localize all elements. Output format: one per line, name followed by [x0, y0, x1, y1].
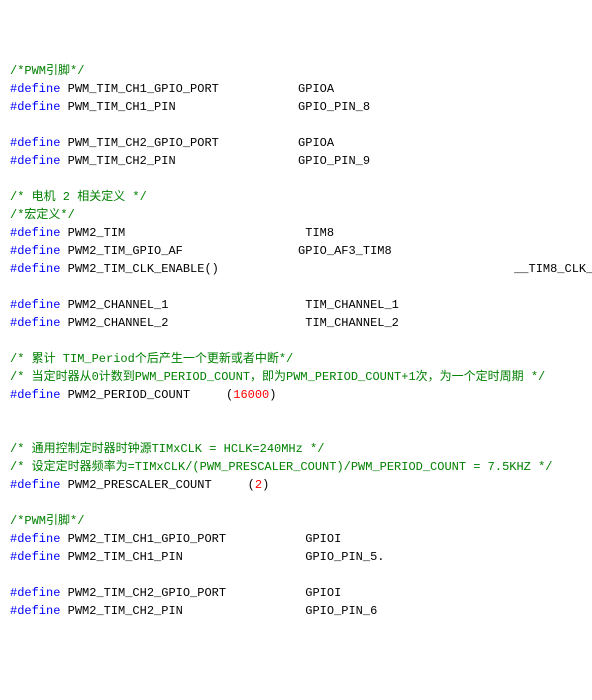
- code-line: #define PWM2_PRESCALER_COUNT (2): [10, 476, 582, 494]
- token-comment: /* 当定时器从0计数到PWM_PERIOD_COUNT，即为PWM_PERIO…: [10, 370, 545, 384]
- code-line: #define PWM2_TIM TIM8: [10, 224, 582, 242]
- code-line: /* 通用控制定时器时钟源TIMxCLK = HCLK=240MHz */: [10, 440, 582, 458]
- token-identifier: PWM_TIM_CH2_PIN GPIO_PIN_9: [60, 154, 370, 168]
- token-number: 2: [255, 478, 262, 492]
- token-keyword: #define: [10, 244, 60, 258]
- token-identifier: [10, 496, 17, 510]
- token-identifier: PWM2_TIM_CH2_GPIO_PORT GPIOI: [60, 586, 341, 600]
- code-line: [10, 566, 582, 584]
- code-line: /*PWM引脚*/: [10, 512, 582, 530]
- code-line: #define PWM2_TIM_CLK_ENABLE() __TIM8_CLK…: [10, 260, 582, 278]
- token-identifier: PWM_TIM_CH2_GPIO_PORT GPIOA: [60, 136, 334, 150]
- token-identifier: ): [269, 388, 276, 402]
- token-keyword: #define: [10, 316, 60, 330]
- code-line: #define PWM2_TIM_CH2_GPIO_PORT GPIOI: [10, 584, 582, 602]
- token-identifier: PWM2_TIM_CH1_GPIO_PORT GPIOI: [60, 532, 341, 546]
- token-number: 16000: [233, 388, 269, 402]
- code-line: [10, 494, 582, 512]
- code-line: [10, 170, 582, 188]
- token-identifier: [10, 280, 17, 294]
- token-identifier: PWM2_CHANNEL_1 TIM_CHANNEL_1: [60, 298, 398, 312]
- code-block: /*PWM引脚*/ #define PWM_TIM_CH1_GPIO_PORT G…: [10, 62, 582, 620]
- code-line: #define PWM2_TIM_CH1_GPIO_PORT GPIOI: [10, 530, 582, 548]
- token-keyword: #define: [10, 82, 60, 96]
- token-identifier: ): [262, 478, 269, 492]
- code-line: [10, 116, 582, 134]
- token-keyword: #define: [10, 226, 60, 240]
- code-line: [10, 422, 582, 440]
- token-keyword: #define: [10, 550, 60, 564]
- token-identifier: PWM_TIM_CH1_PIN GPIO_PIN_8: [60, 100, 370, 114]
- token-identifier: [10, 334, 17, 348]
- code-line: /*宏定义*/: [10, 206, 582, 224]
- token-keyword: #define: [10, 154, 60, 168]
- code-line: [10, 332, 582, 350]
- token-identifier: PWM2_TIM_CLK_ENABLE() __TIM8_CLK_ENABLE(…: [60, 262, 592, 276]
- token-identifier: [10, 406, 17, 420]
- token-keyword: #define: [10, 388, 60, 402]
- token-identifier: PWM2_TIM_CH2_PIN GPIO_PIN_6: [60, 604, 377, 618]
- code-line: #define PWM2_TIM_CH2_PIN GPIO_PIN_6: [10, 602, 582, 620]
- token-keyword: #define: [10, 604, 60, 618]
- token-keyword: #define: [10, 100, 60, 114]
- code-line: #define PWM2_CHANNEL_2 TIM_CHANNEL_2: [10, 314, 582, 332]
- token-identifier: PWM2_CHANNEL_2 TIM_CHANNEL_2: [60, 316, 398, 330]
- token-identifier: [10, 424, 17, 438]
- token-identifier: PWM_TIM_CH1_GPIO_PORT GPIOA: [60, 82, 334, 96]
- code-line: #define PWM_TIM_CH2_PIN GPIO_PIN_9: [10, 152, 582, 170]
- code-line: #define PWM_TIM_CH1_GPIO_PORT GPIOA: [10, 80, 582, 98]
- token-comment: /* 累计 TIM_Period个后产生一个更新或者中断*/: [10, 352, 293, 366]
- token-identifier: PWM2_TIM_CH1_PIN GPIO_PIN_5.: [60, 550, 384, 564]
- token-keyword: #define: [10, 478, 60, 492]
- token-identifier: PWM2_PRESCALER_COUNT (: [60, 478, 254, 492]
- token-keyword: #define: [10, 298, 60, 312]
- token-comment: /*PWM引脚*/: [10, 514, 84, 528]
- token-identifier: [10, 118, 17, 132]
- code-line: /* 累计 TIM_Period个后产生一个更新或者中断*/: [10, 350, 582, 368]
- code-line: [10, 404, 582, 422]
- token-comment: /* 设定定时器频率为=TIMxCLK/(PWM_PRESCALER_COUNT…: [10, 460, 552, 474]
- token-comment: /*宏定义*/: [10, 208, 75, 222]
- code-line: #define PWM2_CHANNEL_1 TIM_CHANNEL_1: [10, 296, 582, 314]
- token-keyword: #define: [10, 586, 60, 600]
- token-keyword: #define: [10, 136, 60, 150]
- code-line: [10, 278, 582, 296]
- token-identifier: [10, 172, 17, 186]
- code-line: /* 当定时器从0计数到PWM_PERIOD_COUNT，即为PWM_PERIO…: [10, 368, 582, 386]
- code-line: #define PWM2_PERIOD_COUNT (16000): [10, 386, 582, 404]
- code-line: #define PWM_TIM_CH1_PIN GPIO_PIN_8: [10, 98, 582, 116]
- token-identifier: PWM2_PERIOD_COUNT (: [60, 388, 233, 402]
- token-comment: /* 通用控制定时器时钟源TIMxCLK = HCLK=240MHz */: [10, 442, 324, 456]
- token-identifier: [10, 568, 17, 582]
- token-keyword: #define: [10, 532, 60, 546]
- token-comment: /* 电机 2 相关定义 */: [10, 190, 147, 204]
- code-line: /*PWM引脚*/: [10, 62, 582, 80]
- code-line: /* 设定定时器频率为=TIMxCLK/(PWM_PRESCALER_COUNT…: [10, 458, 582, 476]
- code-line: #define PWM_TIM_CH2_GPIO_PORT GPIOA: [10, 134, 582, 152]
- code-line: /* 电机 2 相关定义 */: [10, 188, 582, 206]
- code-line: #define PWM2_TIM_GPIO_AF GPIO_AF3_TIM8: [10, 242, 582, 260]
- token-identifier: PWM2_TIM TIM8: [60, 226, 334, 240]
- token-keyword: #define: [10, 262, 60, 276]
- token-identifier: PWM2_TIM_GPIO_AF GPIO_AF3_TIM8: [60, 244, 391, 258]
- token-comment: /*PWM引脚*/: [10, 64, 84, 78]
- code-line: #define PWM2_TIM_CH1_PIN GPIO_PIN_5.: [10, 548, 582, 566]
